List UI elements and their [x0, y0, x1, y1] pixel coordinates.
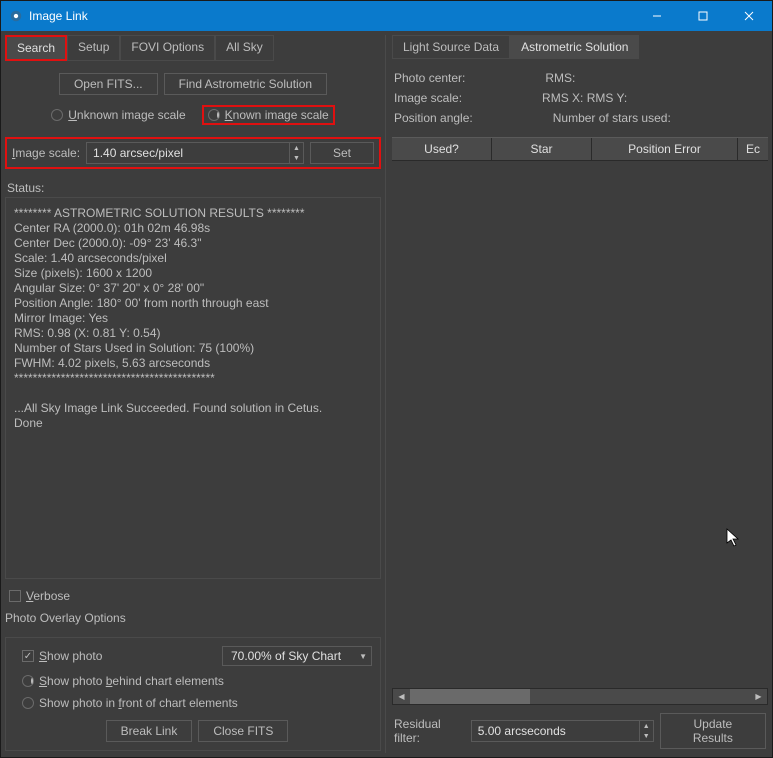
label-rms: RMS: [545, 71, 575, 85]
residual-filter-input[interactable]: ▲ ▼ [471, 720, 654, 742]
titlebar: Image Link [1, 1, 772, 31]
scale-spin-up[interactable]: ▲ [290, 143, 303, 153]
scroll-left-icon[interactable]: ◀ [393, 689, 410, 704]
label-position-angle: Position angle: [394, 111, 473, 125]
status-label: Status: [7, 181, 381, 195]
table-header: Used? Star Position Error Ec [392, 137, 768, 161]
label-rmsxy: RMS X: RMS Y: [542, 91, 627, 105]
scroll-right-icon[interactable]: ▶ [750, 689, 767, 704]
close-fits-button[interactable]: Close FITS [198, 720, 288, 742]
image-scale-field[interactable] [87, 144, 289, 162]
tab-fovi-options[interactable]: FOVI Options [120, 35, 215, 61]
horizontal-scrollbar[interactable]: ◀ ▶ [392, 688, 768, 705]
tab-setup[interactable]: Setup [67, 35, 120, 61]
radio-unknown-scale-label: Unknown image scale [68, 108, 185, 122]
table-body [392, 161, 768, 688]
filter-spin-up[interactable]: ▲ [640, 721, 653, 731]
tab-all-sky[interactable]: All Sky [215, 35, 274, 61]
tab-search[interactable]: Search [5, 35, 67, 61]
col-extra[interactable]: Ec [738, 138, 768, 160]
col-used[interactable]: Used? [392, 138, 492, 160]
verbose-label: Verbose [26, 589, 70, 603]
overlay-group-title: Photo Overlay Options [5, 611, 381, 625]
radio-known-scale-label: Known image scale [225, 108, 329, 122]
dropdown-arrow-icon: ▼ [359, 652, 367, 661]
residual-filter-field[interactable] [472, 722, 639, 740]
col-star[interactable]: Star [492, 138, 592, 160]
label-num-stars: Number of stars used: [553, 111, 671, 125]
radio-photo-front[interactable]: Show photo in front of chart elements [22, 696, 372, 710]
app-icon [9, 9, 23, 23]
label-photo-center: Photo center: [394, 71, 465, 85]
break-link-button[interactable]: Break Link [106, 720, 193, 742]
image-scale-label: Image scale: [12, 146, 80, 160]
overlay-group: ✓ Show photo 70.00% of Sky Chart ▼ Show … [5, 637, 381, 751]
radio-photo-behind-label: Show photo behind chart elements [39, 674, 224, 688]
show-photo-label: Show photo [39, 649, 102, 663]
solution-info: Photo center: RMS: Image scale: RMS X: RMS… [392, 65, 768, 131]
residual-filter-label: Residual filter: [394, 717, 465, 745]
radio-photo-front-label: Show photo in front of chart elements [39, 696, 238, 710]
radio-known-scale[interactable]: Known image scale [202, 105, 335, 125]
radio-unknown-scale[interactable]: Unknown image scale [51, 105, 185, 125]
update-results-button[interactable]: Update Results [660, 713, 766, 749]
scroll-thumb[interactable] [410, 689, 530, 704]
coverage-value: 70.00% of Sky Chart [231, 649, 341, 663]
tab-astrometric[interactable]: Astrometric Solution [510, 35, 639, 59]
col-position-error[interactable]: Position Error [592, 138, 738, 160]
scale-spin-down[interactable]: ▼ [290, 153, 303, 163]
find-solution-button[interactable]: Find Astrometric Solution [164, 73, 327, 95]
maximize-button[interactable] [680, 1, 726, 31]
left-tabs: Search Setup FOVI Options All Sky [5, 35, 381, 61]
tab-light-source[interactable]: Light Source Data [392, 35, 510, 59]
label-image-scale: Image scale: [394, 91, 462, 105]
open-fits-button[interactable]: Open FITS... [59, 73, 158, 95]
radio-photo-behind[interactable]: Show photo behind chart elements [22, 674, 372, 688]
set-scale-button[interactable]: Set [310, 142, 374, 164]
show-photo-checkbox[interactable]: ✓ Show photo [22, 649, 102, 663]
minimize-button[interactable] [634, 1, 680, 31]
filter-spin-down[interactable]: ▼ [640, 731, 653, 741]
coverage-dropdown[interactable]: 70.00% of Sky Chart ▼ [222, 646, 372, 666]
image-scale-input[interactable]: ▲ ▼ [86, 142, 304, 164]
status-output: ******** ASTROMETRIC SOLUTION RESULTS **… [5, 197, 381, 579]
close-button[interactable] [726, 1, 772, 31]
window-title: Image Link [29, 9, 634, 23]
verbose-checkbox[interactable]: Verbose [9, 589, 381, 603]
right-tabs: Light Source Data Astrometric Solution [392, 35, 768, 59]
